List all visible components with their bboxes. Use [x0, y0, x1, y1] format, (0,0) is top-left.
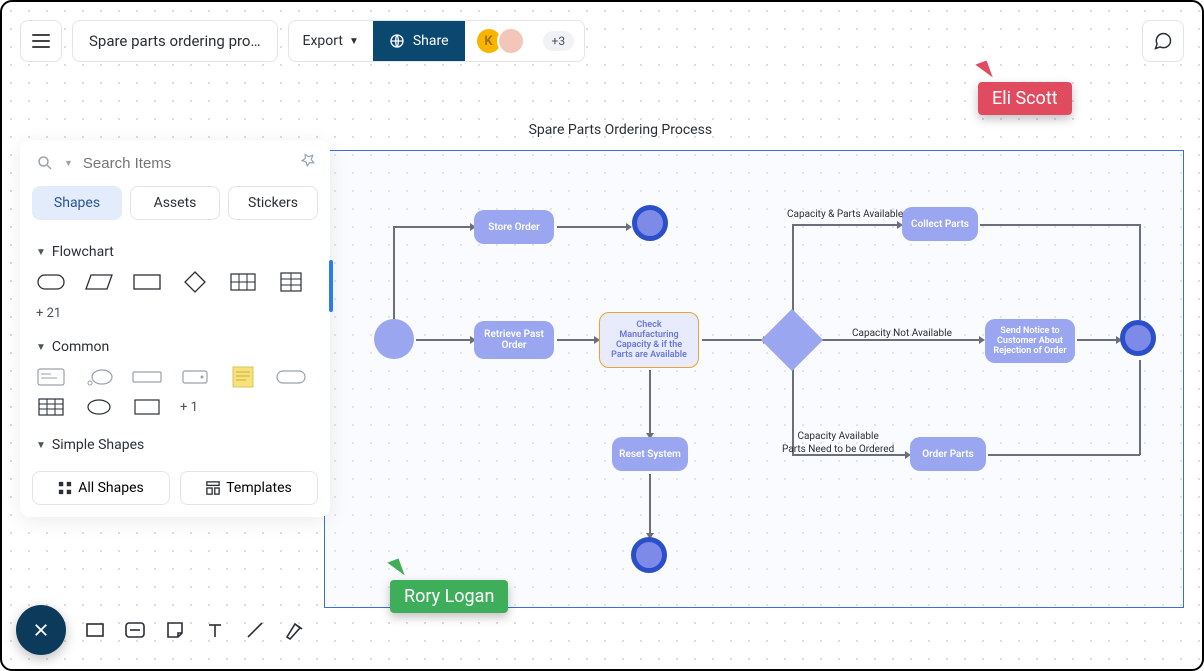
avatar[interactable]	[497, 27, 525, 55]
tool-pen[interactable]	[284, 619, 306, 641]
globe-icon	[389, 33, 405, 49]
export-button[interactable]: Export ▼	[289, 21, 373, 61]
section-label: Simple Shapes	[52, 437, 144, 453]
more-collaborators[interactable]: +3	[543, 31, 575, 51]
menu-button[interactable]	[20, 20, 62, 62]
close-button[interactable]	[16, 605, 66, 655]
share-label: Share	[413, 33, 449, 49]
chevron-down-icon: ▼	[349, 36, 359, 47]
caret-down-icon: ▼	[36, 342, 46, 353]
flowchart-more[interactable]: + 21	[20, 298, 330, 325]
templates-label: Templates	[226, 480, 292, 496]
section-flowchart[interactable]: ▼ Flowchart	[20, 230, 330, 268]
shape-process[interactable]	[132, 272, 162, 292]
caret-down-icon: ▼	[36, 440, 46, 451]
close-icon	[32, 621, 50, 639]
node-retrieve[interactable]: Retrieve Past Order	[474, 321, 554, 359]
shape-tag[interactable]	[180, 367, 210, 387]
shape-grid[interactable]	[36, 397, 66, 417]
hamburger-icon	[32, 34, 50, 48]
chat-icon	[1153, 31, 1173, 51]
shape-decision[interactable]	[180, 272, 210, 292]
search-icon	[36, 154, 54, 172]
tab-assets[interactable]: Assets	[130, 186, 220, 220]
end-event[interactable]	[1120, 320, 1156, 356]
chevron-down-icon[interactable]: ▼	[64, 158, 73, 169]
tool-line[interactable]	[244, 619, 266, 641]
bottom-toolbar	[16, 605, 306, 655]
tool-rectangle[interactable]	[84, 619, 106, 641]
document-title[interactable]: Spare parts ordering pro…	[72, 20, 278, 62]
section-label: Flowchart	[52, 244, 114, 260]
shapes-panel: ▼ Shapes Assets Stickers ▼ Flowchart + 2…	[20, 140, 330, 517]
shape-terminator[interactable]	[36, 272, 66, 292]
section-simple[interactable]: ▼ Simple Shapes	[20, 423, 330, 461]
comments-button[interactable]	[1142, 20, 1184, 62]
collaborator-cursor-rory: Rory Logan	[390, 560, 508, 613]
search-input[interactable]	[83, 155, 314, 172]
tool-text[interactable]	[204, 619, 226, 641]
shape-table[interactable]	[228, 272, 258, 292]
tab-stickers[interactable]: Stickers	[228, 186, 318, 220]
shape-data[interactable]	[84, 272, 114, 292]
collaborator-cursor-eli: Eli Scott	[978, 62, 1072, 115]
tool-frame[interactable]	[124, 619, 146, 641]
flow-label: Capacity Not Available	[852, 328, 952, 339]
caret-down-icon: ▼	[36, 247, 46, 258]
all-shapes-button[interactable]: All Shapes	[32, 471, 170, 505]
pin-icon[interactable]	[300, 152, 316, 168]
shape-callout[interactable]	[84, 367, 114, 387]
section-label: Common	[52, 339, 109, 355]
diagram-title: Spare Parts Ordering Process	[529, 122, 712, 138]
flow-label: Capacity Available Parts Need to be Orde…	[782, 430, 894, 456]
templates-button[interactable]: Templates	[180, 471, 318, 505]
process-container[interactable]	[324, 150, 1184, 608]
template-icon	[206, 481, 220, 495]
export-label: Export	[303, 33, 343, 49]
shape-rect[interactable]	[132, 397, 162, 417]
tab-shapes[interactable]: Shapes	[32, 186, 122, 220]
collaborator-avatars[interactable]: K	[469, 21, 535, 61]
top-toolbar: Spare parts ordering pro… Export ▼ Share…	[20, 20, 585, 62]
flow-label: Capacity & Parts Available	[787, 209, 903, 220]
cursor-icon	[975, 60, 992, 81]
shape-table2[interactable]	[276, 272, 306, 292]
share-button[interactable]: Share	[373, 21, 465, 61]
start-event[interactable]	[374, 319, 414, 359]
collaborator-name: Eli Scott	[978, 82, 1072, 115]
shape-sticky[interactable]	[228, 367, 258, 387]
collaborator-name: Rory Logan	[390, 580, 508, 613]
cursor-icon	[387, 558, 404, 579]
shape-ellipse[interactable]	[84, 397, 114, 417]
common-more[interactable]: + 1	[180, 397, 198, 417]
node-order-parts[interactable]: Order Parts	[910, 437, 986, 471]
shape-label[interactable]	[132, 367, 162, 387]
grid-icon	[58, 481, 72, 495]
shape-button[interactable]	[276, 367, 306, 387]
section-common[interactable]: ▼ Common	[20, 325, 330, 363]
shape-card[interactable]	[36, 367, 66, 387]
all-shapes-label: All Shapes	[78, 480, 144, 496]
end-event[interactable]	[631, 537, 667, 573]
node-reset[interactable]: Reset System	[612, 437, 688, 471]
node-notice[interactable]: Send Notice to Customer About Rejection …	[985, 319, 1075, 363]
node-check-selected[interactable]: Check Manufacturing Capacity & if the Pa…	[599, 312, 699, 368]
node-store-order[interactable]: Store Order	[474, 210, 554, 244]
tool-sticky[interactable]	[164, 619, 186, 641]
scrollbar[interactable]	[329, 260, 333, 312]
end-event[interactable]	[632, 205, 668, 241]
node-collect[interactable]: Collect Parts	[902, 207, 978, 241]
export-share-group: Export ▼ Share K +3	[288, 20, 586, 62]
